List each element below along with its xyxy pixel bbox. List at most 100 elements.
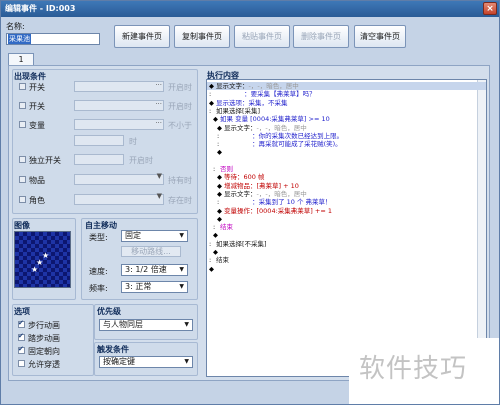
variable-suffix: 不小于 — [168, 121, 192, 130]
priority-select[interactable]: 与人物同层 ▼ — [99, 319, 193, 331]
direction-fix-label: 固定朝向 — [28, 347, 60, 356]
variable-field[interactable]: ... — [74, 117, 164, 130]
walk-anim-label: 步行动画 — [28, 321, 60, 330]
delete-page-button[interactable]: 删除事件页 — [293, 25, 349, 48]
exec-line[interactable]: ◆ 增减物品：[弗莱草] + 10 — [207, 182, 486, 190]
exec-line-text: ：采集到了 10 个 弗莱草！ — [224, 198, 332, 207]
actor-label: 角色 — [29, 196, 45, 205]
exec-line[interactable]: ◆ — [207, 265, 486, 273]
image-title: 图像 — [14, 221, 30, 230]
variable-value-field[interactable] — [74, 135, 124, 146]
move-frequency-select[interactable]: 3: 正常 ▼ — [121, 281, 188, 293]
exec-line-marker: ◆ — [209, 264, 214, 273]
switch2-checkbox[interactable] — [19, 102, 26, 109]
switch2-field[interactable]: ... — [74, 98, 164, 111]
exec-line[interactable]: ◆ — [207, 231, 486, 239]
exec-line-text: 等待：600 帧 — [224, 173, 265, 182]
exec-line[interactable]: : ：再采就可能成了采花贼(笑)。 — [207, 140, 486, 148]
exec-line-marker: : — [209, 239, 212, 248]
exec-line-text: 如果 变量 [0004:采集弗莱草] >= 10 — [220, 115, 330, 124]
new-page-button[interactable]: 新建事件页 — [114, 25, 170, 48]
move-type-label: 类型: — [89, 233, 108, 242]
exec-line[interactable] — [207, 157, 486, 165]
switch1-suffix: 开启时 — [168, 83, 192, 92]
copy-page-button[interactable]: 复制事件页 — [174, 25, 230, 48]
exec-line-text: 变量操作：[0004:采集弗莱草] += 1 — [224, 206, 332, 215]
clear-page-button[interactable]: 清空事件页 — [354, 25, 406, 48]
exec-line[interactable]: : 结束 — [207, 256, 486, 264]
watermark-cover: 软件技巧 — [349, 338, 499, 404]
exec-line[interactable]: : 如果选择[不采集] — [207, 240, 486, 248]
exec-line[interactable]: : ：要采集【弗莱草】吗？ — [207, 90, 486, 98]
exec-line-marker: ◆ — [209, 82, 214, 90]
name-input[interactable]: 采果池 — [6, 33, 100, 45]
step-anim-label: 踏步动画 — [28, 334, 60, 343]
exec-line-marker: : — [213, 165, 216, 173]
character-image[interactable]: ★ ★ ★ — [14, 231, 71, 288]
trigger-select[interactable]: 按确定键 ▼ — [99, 356, 193, 368]
through-checkbox[interactable] — [18, 360, 25, 367]
exec-content-list[interactable]: ◆ 显示文字：-，-，暗色，居中: ：要采集【弗莱草】吗？ ◆ 显示选项：采集，不采集… — [206, 79, 487, 377]
close-button[interactable]: × — [483, 2, 497, 15]
item-checkbox[interactable] — [19, 176, 26, 183]
exec-line-text: 显示文字：-，-，暗色，居中 — [224, 189, 307, 198]
exec-line-marker: ◆ — [217, 181, 222, 190]
step-anim-checkbox[interactable] — [18, 332, 25, 341]
exec-line[interactable]: ◆ 如果 变量 [0004:采集弗莱草] >= 10 — [207, 115, 486, 123]
move-speed-select[interactable]: 3: 1/2 倍速 ▼ — [121, 264, 188, 276]
exec-line-text: 显示文字：-，-，暗色，居中 — [216, 82, 299, 90]
star-icon: ★ — [31, 265, 39, 274]
exec-line[interactable]: ◆ — [207, 215, 486, 223]
exec-line[interactable]: ◆ 变量操作：[0004:采集弗莱草] += 1 — [207, 207, 486, 215]
move-type-select[interactable]: 固定 ▼ — [121, 230, 188, 242]
variable-label: 变量 — [29, 121, 45, 130]
move-frequency-label: 频率: — [89, 284, 108, 293]
exec-line[interactable]: ◆ 显示选项：采集，不采集 — [207, 99, 486, 107]
paste-page-button[interactable]: 粘贴事件页 — [234, 25, 290, 48]
exec-line-marker: : — [217, 140, 220, 149]
title-bar[interactable]: 编辑事件 - ID:003 × — [1, 1, 499, 17]
exec-line[interactable]: : ：采集到了 10 个 弗莱草！ — [207, 198, 486, 206]
watermark-text: 软件技巧 — [359, 354, 468, 384]
switch2-label: 开关 — [29, 102, 45, 111]
exec-line[interactable]: ◆ 显示文字：-，-，暗色，居中 — [207, 190, 486, 198]
through-label: 允许穿透 — [28, 360, 60, 369]
conditions-title: 出现条件 — [14, 72, 46, 81]
actor-checkbox[interactable] — [19, 196, 26, 203]
exec-line[interactable]: ◆ 显示文字：-，-，暗色，居中 — [207, 124, 486, 132]
exec-line[interactable]: ◆ — [207, 148, 486, 156]
exec-line-text: 增减物品：[弗莱草] + 10 — [224, 181, 299, 190]
switch2-suffix: 开启时 — [168, 102, 192, 111]
exec-line-text: 显示选项：采集，不采集 — [216, 98, 288, 107]
exec-line-text: ：要采集【弗莱草】吗？ — [216, 90, 316, 99]
self-switch-field[interactable] — [74, 154, 124, 165]
switch1-checkbox[interactable] — [19, 83, 26, 90]
exec-line-marker: ◆ — [217, 206, 222, 215]
variable-checkbox[interactable] — [19, 121, 26, 128]
switch1-field[interactable]: ... — [74, 79, 164, 92]
exec-line-text: 结束 — [220, 223, 233, 232]
exec-line[interactable]: : 如果选择[采集] — [207, 107, 486, 115]
exec-line-marker: : — [209, 256, 212, 265]
actor-field[interactable]: ▼ — [74, 192, 164, 205]
exec-line-marker: : — [209, 106, 212, 115]
direction-fix-checkbox[interactable] — [18, 345, 25, 354]
exec-line-text: ：你的采集次数已经达到上限。 — [224, 131, 344, 140]
exec-line[interactable]: : 否则 — [207, 165, 486, 173]
exec-line[interactable]: : ：你的采集次数已经达到上限。 — [207, 132, 486, 140]
walk-anim-checkbox[interactable] — [18, 319, 25, 328]
trigger-title: 触发条件 — [97, 345, 129, 354]
exec-line[interactable]: ◆ 等待：600 帧 — [207, 173, 486, 181]
actor-suffix: 存在时 — [168, 196, 192, 205]
exec-line[interactable]: : 结束 — [207, 223, 486, 231]
exec-line[interactable]: ◆ 显示文字：-，-，暗色，居中 — [207, 82, 486, 90]
exec-line[interactable]: ◆ — [207, 248, 486, 256]
self-switch-checkbox[interactable] — [19, 156, 26, 163]
item-field[interactable]: ▼ — [74, 172, 164, 185]
move-route-button[interactable]: 移动路线... — [121, 246, 181, 257]
window-title: 编辑事件 - ID:003 — [5, 4, 76, 13]
self-switch-suffix: 开启时 — [129, 156, 153, 165]
variable-times-label: 时 — [129, 137, 137, 146]
exec-line-text: 显示文字：-，-，暗色，居中 — [224, 123, 307, 132]
exec-line-marker: : — [209, 90, 212, 99]
